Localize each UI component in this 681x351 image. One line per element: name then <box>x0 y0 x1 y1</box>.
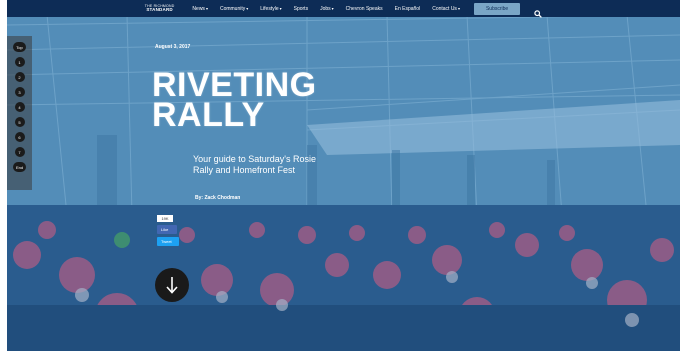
chapter-nav-2[interactable]: 2 <box>14 72 25 82</box>
chapter-nav-5[interactable]: 5 <box>14 117 25 127</box>
share-count-badge: 19K <box>157 215 173 222</box>
search-icon[interactable] <box>534 5 543 18</box>
chevron-down-icon: ▾ <box>457 5 460 11</box>
subscribe-button[interactable]: Subscribe <box>473 2 521 15</box>
nav-item-label: Contact Us <box>432 5 457 12</box>
tweet-label: Tweet <box>161 239 172 244</box>
nav-item-label: News <box>192 5 205 12</box>
chapter-nav-top[interactable]: Top <box>13 42 26 52</box>
site-logo[interactable]: THE RICHMOND STANDARD <box>145 4 175 13</box>
nav-item-contact-us[interactable]: Contact Us▾ <box>432 6 460 12</box>
twitter-tweet-button[interactable]: Tweet <box>157 237 179 246</box>
arrow-down-icon <box>166 277 178 294</box>
chapter-nav-6[interactable]: 6 <box>14 132 25 142</box>
chevron-down-icon: ▾ <box>331 5 334 11</box>
top-navigation: THE RICHMOND STANDARD News▾ Community▾ L… <box>7 0 680 18</box>
logo-line-2: STANDARD <box>146 7 173 12</box>
nav-item-news[interactable]: News▾ <box>192 6 208 12</box>
chevron-down-icon: ▾ <box>205 5 208 11</box>
nav-item-label: En Español <box>394 5 421 12</box>
nav-item-chevron-speaks[interactable]: Chevron Speaks <box>346 6 383 12</box>
chapter-nav-end[interactable]: End <box>13 162 26 172</box>
nav-item-label: Lifestyle <box>260 5 279 12</box>
nav-item-community[interactable]: Community▾ <box>220 6 248 12</box>
crowd-background-image <box>7 205 680 351</box>
title-line-2: RALLY <box>152 96 265 134</box>
nav-item-sports[interactable]: Sports <box>294 6 308 12</box>
nav-item-jobs[interactable]: Jobs▾ <box>320 6 334 12</box>
chapter-nav-7[interactable]: 7 <box>14 147 25 157</box>
like-label: Like <box>161 227 169 232</box>
page-subtitle: Your guide to Saturday's Rosie Rally and… <box>193 154 316 175</box>
chapter-nav-4[interactable]: 4 <box>14 102 25 112</box>
nav-item-label: Community <box>219 5 246 12</box>
chevron-down-icon: ▾ <box>246 5 249 11</box>
chapter-nav-1[interactable]: 1 <box>14 57 25 67</box>
page-title: RIVETING RALLY <box>152 68 317 132</box>
hero-section: THE RICHMOND STANDARD News▾ Community▾ L… <box>7 0 680 351</box>
facebook-like-button[interactable]: Like <box>157 225 177 234</box>
publish-date: August 3, 2017 <box>155 44 191 50</box>
hangar-background-image <box>7 15 680 215</box>
nav-item-label: Jobs <box>320 5 331 12</box>
nav-item-label: Sports <box>293 5 309 12</box>
nav-item-label: Chevron Speaks <box>345 5 383 12</box>
nav-item-en-espanol[interactable]: En Español <box>395 6 421 12</box>
scroll-down-button[interactable] <box>155 268 189 302</box>
nav-item-lifestyle[interactable]: Lifestyle▾ <box>260 6 281 12</box>
author-byline: By: Zack Chodman <box>195 195 241 201</box>
chapter-nav-rail: Top 1 2 3 4 5 6 7 End <box>7 36 32 190</box>
chevron-down-icon: ▾ <box>279 5 282 11</box>
social-buttons: 19K Like Tweet <box>157 215 179 246</box>
chapter-nav-3[interactable]: 3 <box>14 87 25 97</box>
